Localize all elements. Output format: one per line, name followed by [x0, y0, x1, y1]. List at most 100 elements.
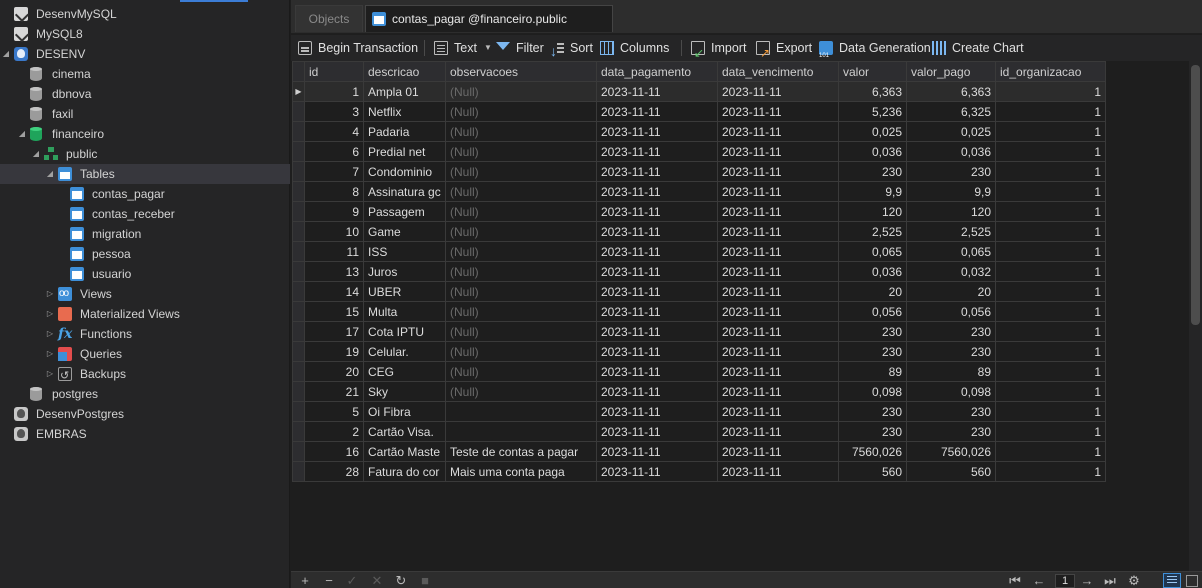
collapse-arrow-icon[interactable]: ◢ — [17, 124, 27, 144]
collapse-arrow-icon[interactable]: ◢ — [1, 44, 11, 64]
cell-observacoes[interactable] — [445, 401, 597, 422]
form-view-icon[interactable] — [1183, 573, 1199, 588]
table-row[interactable]: 16 Cartão Maste Teste de contas a pagar 202… — [292, 441, 1106, 462]
expand-arrow-icon[interactable]: ▷ — [45, 284, 55, 304]
cell-observacoes[interactable]: (Null) — [445, 321, 597, 342]
column-header-valor-pago[interactable]: valor_pago — [906, 61, 996, 82]
cell-valor-pago[interactable]: 230 — [906, 401, 996, 422]
cell-descricao[interactable]: Ampla 01 — [363, 81, 446, 102]
cell-data-vencimento[interactable]: 2023-11-11 — [717, 241, 839, 262]
cell-id-organizacao[interactable]: 1 — [995, 401, 1106, 422]
table-row[interactable]: 7 Condominio (Null) 2023-11-11 2023-11-11 230… — [292, 161, 1106, 182]
cell-valor[interactable]: 120 — [838, 201, 907, 222]
cell-valor[interactable]: 0,036 — [838, 261, 907, 282]
cell-data-pagamento[interactable]: 2023-11-11 — [596, 121, 718, 142]
cell-observacoes[interactable] — [445, 421, 597, 442]
cell-observacoes[interactable]: (Null) — [445, 121, 597, 142]
cell-valor[interactable]: 0,025 — [838, 121, 907, 142]
tree-item-usuario[interactable]: usuario — [0, 264, 290, 284]
cell-data-vencimento[interactable]: 2023-11-11 — [717, 401, 839, 422]
cell-data-pagamento[interactable]: 2023-11-11 — [596, 381, 718, 402]
cell-descricao[interactable]: CEG — [363, 361, 446, 382]
cell-data-vencimento[interactable]: 2023-11-11 — [717, 121, 839, 142]
cell-id-organizacao[interactable]: 1 — [995, 421, 1106, 442]
cell-valor-pago[interactable]: 89 — [906, 361, 996, 382]
tree-item-postgres[interactable]: postgres — [0, 384, 290, 404]
cell-descricao[interactable]: Assinatura gc — [363, 181, 446, 202]
next-page-button[interactable]: → — [1079, 572, 1095, 588]
row-indicator[interactable] — [292, 141, 305, 162]
table-row[interactable]: 19 Celular. (Null) 2023-11-11 2023-11-11 230 2… — [292, 341, 1106, 362]
table-row[interactable]: 2 Cartão Visa. 2023-11-11 2023-11-11 230 230 1 — [292, 421, 1106, 442]
cell-id-organizacao[interactable]: 1 — [995, 301, 1106, 322]
cell-data-pagamento[interactable]: 2023-11-11 — [596, 401, 718, 422]
cell-data-pagamento[interactable]: 2023-11-11 — [596, 241, 718, 262]
cell-data-pagamento[interactable]: 2023-11-11 — [596, 461, 718, 482]
cell-id[interactable]: 4 — [304, 121, 364, 142]
tree-item-migration[interactable]: migration — [0, 224, 290, 244]
cell-id[interactable]: 16 — [304, 441, 364, 462]
row-indicator[interactable] — [292, 381, 305, 402]
column-header-data-vencimento[interactable]: data_vencimento — [717, 61, 839, 82]
scrollbar-thumb[interactable] — [1191, 65, 1200, 325]
cell-data-vencimento[interactable]: 2023-11-11 — [717, 201, 839, 222]
cell-observacoes[interactable]: Teste de contas a pagar — [445, 441, 597, 462]
cell-id[interactable]: 8 — [304, 181, 364, 202]
cell-valor-pago[interactable]: 0,025 — [906, 121, 996, 142]
expand-arrow-icon[interactable]: ▷ — [45, 324, 55, 344]
cell-valor[interactable]: 230 — [838, 321, 907, 342]
tree-item-backups[interactable]: ▷ Backups — [0, 364, 290, 386]
cell-id[interactable]: 21 — [304, 381, 364, 402]
discard-changes-button[interactable]: ✕ — [369, 572, 385, 588]
cell-valor[interactable]: 230 — [838, 421, 907, 442]
current-row-indicator-icon[interactable]: ▶ — [292, 81, 305, 102]
cell-observacoes[interactable]: (Null) — [445, 81, 597, 102]
cell-data-vencimento[interactable]: 2023-11-11 — [717, 421, 839, 442]
cell-data-pagamento[interactable]: 2023-11-11 — [596, 181, 718, 202]
tree-item-materialized-views[interactable]: ▷ Materialized Views — [0, 304, 290, 324]
cell-data-vencimento[interactable]: 2023-11-11 — [717, 101, 839, 122]
cell-descricao[interactable]: Fatura do cor — [363, 461, 446, 482]
row-indicator[interactable] — [292, 101, 305, 122]
table-row[interactable]: 8 Assinatura gc (Null) 2023-11-11 2023-11-11… — [292, 181, 1106, 202]
cell-valor-pago[interactable]: 0,056 — [906, 301, 996, 322]
previous-page-button[interactable]: ← — [1031, 572, 1047, 588]
cell-id-organizacao[interactable]: 1 — [995, 201, 1106, 222]
row-indicator[interactable] — [292, 361, 305, 382]
cell-data-vencimento[interactable]: 2023-11-11 — [717, 321, 839, 342]
cell-valor-pago[interactable]: 6,363 — [906, 81, 996, 102]
tree-item-functions[interactable]: ▷ fx Functions — [0, 324, 290, 344]
tab-objects[interactable]: Objects — [295, 5, 363, 32]
cell-data-pagamento[interactable]: 2023-11-11 — [596, 441, 718, 462]
cell-id-organizacao[interactable]: 1 — [995, 261, 1106, 282]
cell-descricao[interactable]: Cota IPTU — [363, 321, 446, 342]
column-header-data-pagamento[interactable]: data_pagamento — [596, 61, 718, 82]
cell-data-vencimento[interactable]: 2023-11-11 — [717, 301, 839, 322]
cell-data-vencimento[interactable]: 2023-11-11 — [717, 461, 839, 482]
cell-data-pagamento[interactable]: 2023-11-11 — [596, 201, 718, 222]
cell-id[interactable]: 2 — [304, 421, 364, 442]
expand-arrow-icon[interactable]: ▷ — [45, 344, 55, 364]
tree-item-views[interactable]: ▷ Views — [0, 284, 290, 304]
cell-descricao[interactable]: Padaria — [363, 121, 446, 142]
table-row[interactable]: 9 Passagem (Null) 2023-11-11 2023-11-11 120 12… — [292, 201, 1106, 222]
cell-valor[interactable]: 560 — [838, 461, 907, 482]
row-indicator[interactable] — [292, 341, 305, 362]
tree-item-desenvmysql[interactable]: DesenvMySQL — [0, 4, 290, 24]
cell-observacoes[interactable]: (Null) — [445, 201, 597, 222]
cell-valor[interactable]: 89 — [838, 361, 907, 382]
cell-observacoes[interactable]: (Null) — [445, 181, 597, 202]
cell-data-vencimento[interactable]: 2023-11-11 — [717, 381, 839, 402]
cell-valor-pago[interactable]: 20 — [906, 281, 996, 302]
cell-id[interactable]: 17 — [304, 321, 364, 342]
cell-valor-pago[interactable]: 230 — [906, 341, 996, 362]
tree-item-public[interactable]: ◢ public — [0, 144, 290, 164]
row-indicator[interactable] — [292, 421, 305, 442]
cell-valor-pago[interactable]: 0,032 — [906, 261, 996, 282]
table-row[interactable]: 4 Padaria (Null) 2023-11-11 2023-11-11 0,025 0… — [292, 121, 1106, 142]
tree-item-desenvpostgres[interactable]: DesenvPostgres — [0, 404, 290, 424]
cell-observacoes[interactable]: (Null) — [445, 221, 597, 242]
cell-observacoes[interactable]: (Null) — [445, 261, 597, 282]
cell-data-pagamento[interactable]: 2023-11-11 — [596, 81, 718, 102]
cell-id-organizacao[interactable]: 1 — [995, 221, 1106, 242]
